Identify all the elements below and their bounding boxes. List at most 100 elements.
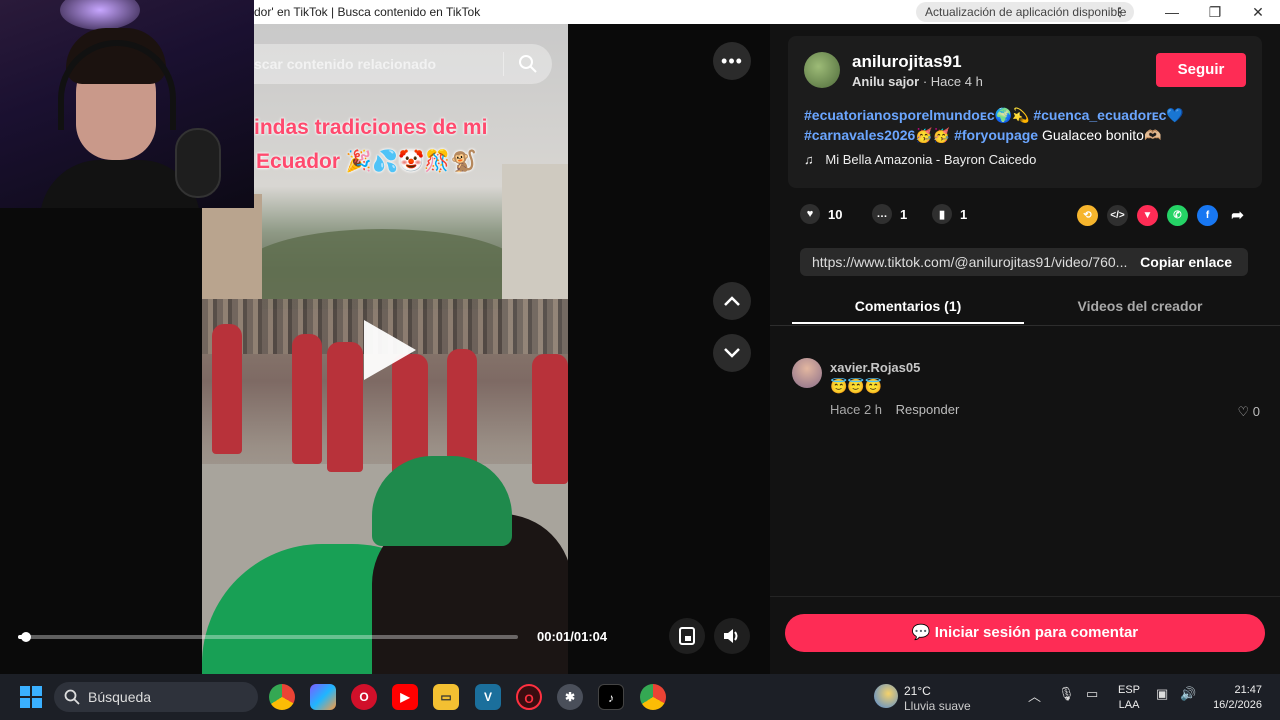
video-scene-green-cap xyxy=(372,456,512,546)
send-icon[interactable]: ▼ xyxy=(1137,205,1158,226)
microphone-icon[interactable]: 🎙 xyxy=(1058,686,1075,702)
video-caption-line2: Ecuador 🎉💦🤡🎊🐒 xyxy=(256,150,477,173)
facebook-icon[interactable]: f xyxy=(1197,205,1218,226)
webcam-microphone xyxy=(175,128,221,198)
restore-button[interactable]: ❐ xyxy=(1195,0,1235,24)
volume-button[interactable] xyxy=(714,618,750,654)
post-description: #ecuatorianosporelmundoᴇᴄ🌍💫 #cuenca_ecua… xyxy=(804,105,1244,145)
video-link-url[interactable]: https://www.tiktok.com/@anilurojitas91/v… xyxy=(812,254,1128,270)
opera-gx-icon[interactable]: O xyxy=(516,684,542,710)
taskbar: Búsqueda O ▶ ▭ V O ✱ ♪ 21°C Lluvia suave… xyxy=(0,674,1280,720)
tab-creator-videos[interactable]: Videos del creador xyxy=(1024,298,1256,314)
search-icon[interactable] xyxy=(518,54,538,74)
weather-icon xyxy=(874,684,898,708)
previous-video-button[interactable] xyxy=(713,282,751,320)
post-time: Hace 4 h xyxy=(930,74,983,89)
language-indicator[interactable]: ESP LAA xyxy=(1118,683,1140,713)
hashtag-link[interactable]: #ecuatorianosporelmundoᴇᴄ🌍💫 xyxy=(804,107,1029,123)
chevron-up-icon[interactable]: ︿ xyxy=(1028,686,1041,705)
video-progress-bar[interactable] xyxy=(18,632,518,642)
network-icon[interactable]: ▣ xyxy=(1156,686,1168,702)
video-scene-dancer xyxy=(532,354,568,484)
comment-like-button[interactable]: ♡ 0 xyxy=(1238,404,1261,420)
video-link-box: https://www.tiktok.com/@anilurojitas91/v… xyxy=(800,248,1248,276)
floating-player-button[interactable] xyxy=(669,618,705,654)
post-username[interactable]: anilurojitas91 xyxy=(852,52,962,72)
like-button[interactable]: ♥ 10 xyxy=(800,204,842,224)
avatar[interactable] xyxy=(804,52,840,88)
youtube-icon[interactable]: ▶ xyxy=(392,684,418,710)
like-count: 10 xyxy=(828,206,843,222)
weather-condition: Lluvia suave xyxy=(904,699,971,713)
related-search-placeholder: scar contenido relacionado xyxy=(254,56,437,72)
keyboard-icon[interactable]: ▭ xyxy=(1086,686,1098,702)
music-title: Mi Bella Amazonia - Bayron Caicedo xyxy=(825,152,1037,167)
save-button[interactable]: ▮ 1 xyxy=(932,204,967,224)
chevron-up-icon xyxy=(724,296,740,306)
music-link[interactable]: ♫ Mi Bella Amazonia - Bayron Caicedo xyxy=(804,152,1036,167)
play-icon[interactable] xyxy=(364,320,416,380)
post-info-card: anilurojitas91 Anilu sajor · Hace 4 h Se… xyxy=(788,36,1262,188)
minimize-button[interactable]: — xyxy=(1152,0,1192,24)
hashtag-link[interactable]: #foryoupage xyxy=(954,127,1038,143)
keyboard-layout: LAA xyxy=(1118,699,1140,711)
tiktok-window: dor' en TikTok | Busca contenido en TikT… xyxy=(0,0,1280,720)
windows-start-icon[interactable] xyxy=(20,686,42,708)
file-explorer-icon[interactable]: ▭ xyxy=(433,684,459,710)
avatar[interactable] xyxy=(792,358,822,388)
video-timecode: 00:01/01:04 xyxy=(537,629,608,644)
repost-icon[interactable]: ⟲ xyxy=(1077,205,1098,226)
reply-button[interactable]: Responder xyxy=(896,402,960,417)
login-to-comment-button[interactable]: 💬 Iniciar sesión para comentar xyxy=(785,614,1265,652)
comment-icon: … xyxy=(872,204,892,224)
close-button[interactable]: ✕ xyxy=(1238,0,1278,24)
search-divider xyxy=(503,52,504,76)
copilot-icon[interactable] xyxy=(310,684,336,710)
system-clock[interactable]: 21:47 16/2/2026 xyxy=(1213,683,1262,713)
copy-link-button[interactable]: Copiar enlace xyxy=(1140,254,1232,270)
comment-count: 1 xyxy=(900,206,908,222)
update-available-label: Actualización de aplicación disponible xyxy=(925,5,1127,19)
update-available-pill[interactable]: Actualización de aplicación disponible ⋮ xyxy=(916,2,1134,22)
dot-separator: · xyxy=(922,74,931,89)
chrome-profile-icon[interactable] xyxy=(640,684,666,710)
whatsapp-icon[interactable]: ✆ xyxy=(1167,205,1188,226)
webcam-overlay xyxy=(0,0,254,208)
comment-button[interactable]: … 1 xyxy=(872,204,907,224)
post-subline: Anilu sajor · Hace 4 h xyxy=(852,74,983,89)
next-video-button[interactable] xyxy=(713,334,751,372)
taskbar-search-input[interactable]: Búsqueda xyxy=(54,682,258,712)
settings-app-icon[interactable]: ✱ xyxy=(557,684,583,710)
video-progress-knob[interactable] xyxy=(21,632,31,642)
speaker-icon[interactable]: 🔊 xyxy=(1180,686,1196,702)
embed-icon[interactable]: </> xyxy=(1107,205,1128,226)
comment-text: 😇😇😇 xyxy=(830,378,883,394)
comment-username[interactable]: xavier.Rojas05 xyxy=(830,360,920,375)
more-vertical-icon[interactable]: ⋮ xyxy=(1114,2,1126,22)
taskbar-search-label: Búsqueda xyxy=(88,689,152,705)
webcam-light xyxy=(60,0,140,30)
related-search-input[interactable]: scar contenido relacionado xyxy=(210,44,552,84)
panel-divider xyxy=(770,596,1280,597)
chrome-icon[interactable] xyxy=(269,684,295,710)
video-player[interactable]: indas tradiciones de mi Ecuador 🎉💦🤡🎊🐒 xyxy=(202,24,568,674)
pip-icon xyxy=(679,627,695,645)
bookmark-icon: ▮ xyxy=(932,204,952,224)
tiktok-icon[interactable]: ♪ xyxy=(598,684,624,710)
chevron-down-icon xyxy=(724,348,740,358)
comment-meta: Hace 2 h Responder xyxy=(830,402,959,417)
post-display-name: Anilu sajor xyxy=(852,74,920,89)
clock-time: 21:47 xyxy=(1234,684,1262,696)
follow-button[interactable]: Seguir xyxy=(1156,53,1246,87)
share-arrow-icon[interactable]: ➦ xyxy=(1227,205,1248,226)
video-scene-dancer xyxy=(327,342,363,472)
comment-item: xavier.Rojas05 😇😇😇 Hace 2 h Responder ♡ … xyxy=(792,356,1262,426)
hashtag-link[interactable]: #carnavales2026🥳🥳 xyxy=(804,127,950,143)
video-caption-line1: indas tradiciones de mi xyxy=(254,116,488,139)
details-panel: anilurojitas91 Anilu sajor · Hace 4 h Se… xyxy=(770,24,1280,674)
vegas-icon[interactable]: V xyxy=(475,684,501,710)
hashtag-link[interactable]: #cuenca_ecuadorᴇᴄ💙 xyxy=(1033,107,1184,123)
more-options-button[interactable]: ••• xyxy=(713,42,751,80)
tab-comments[interactable]: Comentarios (1) xyxy=(792,298,1024,314)
opera-icon[interactable]: O xyxy=(351,684,377,710)
